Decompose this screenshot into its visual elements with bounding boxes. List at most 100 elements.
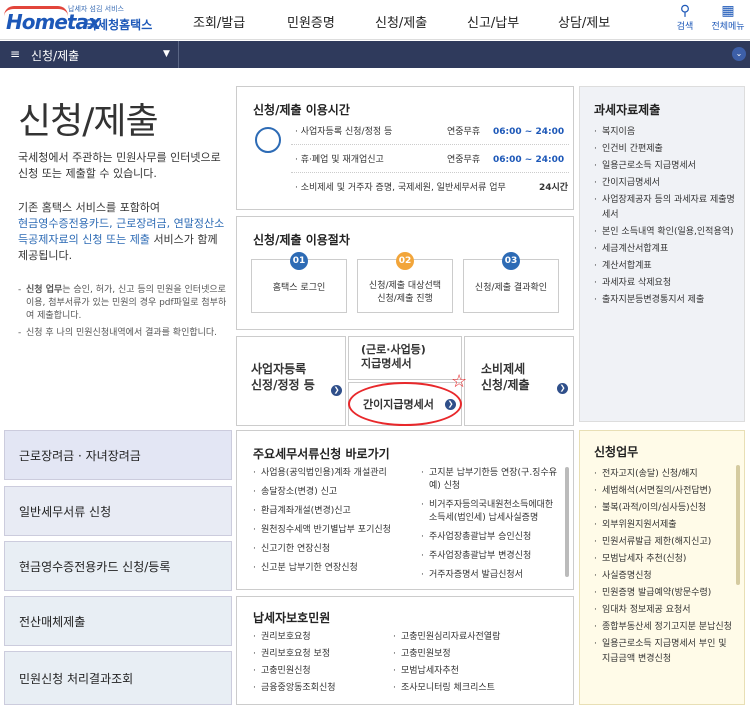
hours-days: 연중무휴 — [447, 127, 481, 137]
protection-link[interactable]: 모범납세자추천 — [393, 665, 553, 678]
red-highlight-circle — [348, 382, 462, 426]
hours-time: 24시간 — [539, 183, 569, 193]
protection-link[interactable]: 금융중앙동조회신청 — [253, 682, 393, 695]
quick-link[interactable]: 원천징수세액 반기별납부 포기신청 — [253, 524, 413, 537]
duty-list: 전자고지(송달) 신청/해지 세법해석(서면질의/사전답변) 불복(과적/이의/… — [594, 467, 734, 669]
step-number: 03 — [502, 252, 520, 270]
protection-col1: 권리보호요청 권리보호요청 보정 고충민원신청 금융중앙동조회신청 — [253, 631, 393, 699]
tax-data-panel: 과세자료제출 복지이음 인건비 간편제출 일용근로소득 지급명세서 간이지급명세… — [579, 86, 745, 422]
hours-time: 06:00 ~ 24:00 — [493, 127, 565, 137]
tax-data-item[interactable]: 복지이음 — [594, 125, 738, 140]
quick-links-panel: 주요세무서류신청 바로가기 사업용(공익법인용)계좌 개설관리 송달장소(변경)… — [236, 430, 574, 590]
duty-item[interactable]: 전자고지(송달) 신청/해지 — [594, 467, 734, 482]
duty-item[interactable]: 임대차 정보제공 요청서 — [594, 603, 734, 618]
protection-link[interactable]: 고충민원보정 — [393, 648, 553, 661]
duty-item[interactable]: 종합부동산세 정기고지분 분납신청 — [594, 620, 734, 635]
quick-link[interactable]: 주사업장총괄납부 승인신청 — [421, 531, 557, 544]
breadcrumb-bar: ≡ 신청/제출 ▼ ⌄ — [0, 41, 750, 68]
tax-data-item[interactable]: 출자지분등변경통지서 제출 — [594, 293, 738, 308]
duty-item[interactable]: 민원증명 발급예약(방문수령) — [594, 586, 734, 601]
search-button[interactable]: ⚲ 검색 — [667, 3, 703, 32]
hours-row: · 사업자등록 신청/정정 등 연중무휴 06:00 ~ 24:00 — [291, 119, 569, 145]
duty-title: 신청업무 — [594, 445, 639, 459]
step-number: 02 — [396, 252, 414, 270]
notes-list: 신청 업무는 승인, 허가, 신고 등의 민원을 인터넷으로 이용, 첨부서류가… — [18, 284, 230, 344]
hamburger-icon[interactable]: ≡ — [10, 47, 20, 61]
quick-link[interactable]: 신고분 납부기한 연장신청 — [253, 562, 413, 575]
wage-statement-tile[interactable]: (근로·사업등) 지급명세서 — [348, 336, 462, 380]
hours-row: · 휴·폐업 및 재개업신고 연중무휴 06:00 ~ 24:00 — [291, 147, 569, 173]
application-duty-panel: 신청업무 전자고지(송달) 신청/해지 세법해석(서면질의/사전답변) 불복(과… — [579, 430, 745, 705]
tax-data-item[interactable]: 계산서합계표 — [594, 259, 738, 274]
nav-apply-submit[interactable]: 신청/제출 — [375, 12, 427, 31]
quick-links-title: 주요세무서류신청 바로가기 — [253, 447, 390, 461]
tax-data-item[interactable]: 일용근로소득 지급명세서 — [594, 159, 738, 174]
quick-links-col2: 고지분 납부기한등 연장(구.징수유예) 신청 비거주자등의국내원천소득에대한 … — [421, 467, 557, 588]
protection-link[interactable]: 고충민원신청 — [253, 665, 393, 678]
all-menu-label: 전체메뉴 — [711, 22, 745, 32]
tax-data-item[interactable]: 본인 소득내역 확인(일용,인적용역) — [594, 225, 738, 240]
quick-link[interactable]: 송달장소(변경) 신고 — [253, 486, 413, 499]
duty-item[interactable]: 사실증명신청 — [594, 569, 734, 584]
duty-item[interactable]: 불복(과적/이의/심사등)신청 — [594, 501, 734, 516]
hometax-logo[interactable]: 납세자 섬김 서비스 Hometax 국세청홈택스 — [4, 4, 154, 36]
tax-data-item[interactable]: 인건비 간편제출 — [594, 142, 738, 157]
consumption-tax-tile[interactable]: 소비제세 신청/제출 ❯ — [464, 336, 574, 426]
tile-label: (근로·사업등) 지급명세서 — [361, 343, 426, 370]
scrollbar[interactable] — [736, 465, 740, 585]
cash-receipt-card-button[interactable]: 현금영수증전용카드 신청/등록 — [4, 541, 232, 591]
protection-link[interactable]: 고충민원심리자료사전열람 — [393, 631, 553, 644]
tax-data-item[interactable]: 과세자료 삭제요청 — [594, 276, 738, 291]
hours-days: 연중무휴 — [447, 155, 481, 165]
electronic-media-submit-button[interactable]: 전산매체제출 — [4, 596, 232, 646]
tax-data-item[interactable]: 사업장제공자 등의 과세자료 제출명세서 — [594, 193, 738, 223]
duty-item[interactable]: 일용근로소득 지급명세서 부인 및 지급금액 변경신청 — [594, 637, 734, 667]
usage-hours-panel: 신청/제출 이용시간 · 사업자등록 신청/정정 등 연중무휴 06:00 ~ … — [236, 86, 574, 210]
duty-item[interactable]: 세법해석(서면질의/사전답변) — [594, 484, 734, 499]
note-bold: 신청 업무 — [26, 285, 63, 295]
tax-data-item[interactable]: 간이지급명세서 — [594, 176, 738, 191]
nav-civil-certificate[interactable]: 민원증명 — [287, 12, 335, 31]
hours-service: · 휴·폐업 및 재개업신고 — [295, 155, 384, 165]
breadcrumb-title[interactable]: 신청/제출 — [31, 47, 79, 64]
business-registration-tile[interactable]: 사업자등록 신정/정정 등 ❯ — [236, 336, 346, 426]
duty-item[interactable]: 외부위원지원서제출 — [594, 518, 734, 533]
page-title: 신청/제출 — [18, 101, 159, 142]
usage-hours-title: 신청/제출 이용시간 — [253, 103, 350, 117]
page-intro-services: 기존 홈택스 서비스를 포함하여 현금영수증전용카드, 근로장려금, 연말정산소… — [18, 200, 228, 264]
expand-circle-icon[interactable]: ⌄ — [732, 47, 746, 61]
nav-lookup-issue[interactable]: 조회/발급 — [193, 12, 245, 31]
quick-link[interactable]: 환급계좌개설(변경)신고 — [253, 505, 413, 518]
scrollbar[interactable] — [565, 467, 569, 577]
arrow-circle-icon: ❯ — [557, 383, 568, 394]
red-star-icon: ☆ — [451, 371, 468, 392]
protection-link[interactable]: 권리보호요청 — [253, 631, 393, 644]
hours-time: 06:00 ~ 24:00 — [493, 155, 565, 165]
arrow-circle-icon: ❯ — [331, 385, 342, 396]
quick-link[interactable]: 거주자증명서 발급신청서 — [421, 569, 557, 582]
quick-link[interactable]: 고지분 납부기한등 연장(구.징수유예) 신청 — [421, 467, 557, 493]
chevron-down-icon[interactable]: ▼ — [163, 49, 170, 59]
grid-menu-icon: ▦ — [721, 3, 735, 19]
quick-link[interactable]: 주사업장총괄납부 변경신청 — [421, 550, 557, 563]
hours-service: · 소비제세 및 거주자 증명, 국제세원, 일반세무서류 업무 — [295, 183, 506, 193]
bar-divider — [178, 41, 179, 68]
earned-income-credit-button[interactable]: 근로장려금 · 자녀장려금 — [4, 430, 232, 480]
tax-data-item[interactable]: 세금계산서합계표 — [594, 242, 738, 257]
quick-link[interactable]: 신고기한 연장신청 — [253, 543, 413, 556]
procedure-step-3: 03 신청/제출 결과확인 — [463, 252, 559, 313]
duty-item[interactable]: 모범납세자 추천(신청) — [594, 552, 734, 567]
clock-calendar-icon — [255, 127, 281, 153]
protection-link[interactable]: 조사모니터링 체크리스트 — [393, 682, 553, 695]
duty-item[interactable]: 민원서류발급 제한(해지신고) — [594, 535, 734, 550]
nav-report-pay[interactable]: 신고/납부 — [467, 12, 519, 31]
procedure-panel: 신청/제출 이용절차 01 홈택스 로그인 02 신청/제출 대상선택 신청/제… — [236, 216, 574, 330]
quick-link[interactable]: 사업용(공익법인용)계좌 개설관리 — [253, 467, 413, 480]
civil-result-lookup-button[interactable]: 민원신청 처리결과조회 — [4, 651, 232, 705]
quick-link[interactable]: 비거주자등의국내원천소득에대한 소득세(법인세) 납세사실증명 — [421, 499, 557, 525]
general-tax-docs-button[interactable]: 일반세무서류 신청 — [4, 486, 232, 536]
all-menu-button[interactable]: ▦ 전체메뉴 — [708, 3, 748, 32]
tax-data-title: 과세자료제출 — [594, 103, 661, 117]
nav-consult-report[interactable]: 상담/제보 — [558, 12, 610, 31]
protection-link[interactable]: 권리보호요청 보정 — [253, 648, 393, 661]
